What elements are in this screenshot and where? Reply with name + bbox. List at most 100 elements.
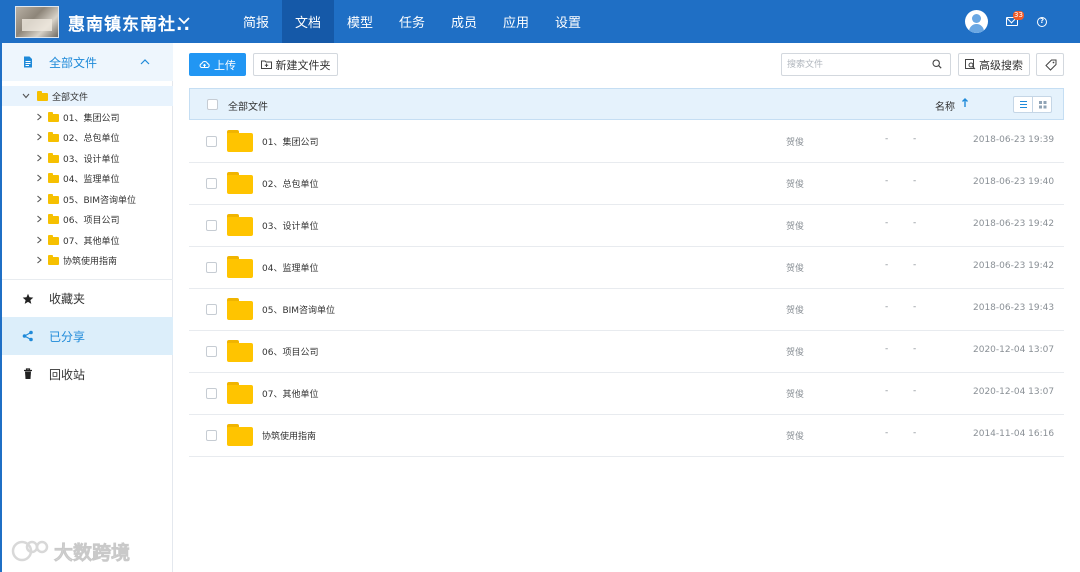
tree-item[interactable]: 05、BIM咨询单位	[2, 189, 173, 209]
tag-button[interactable]	[1036, 53, 1064, 76]
tree-item-root[interactable]: 全部文件	[2, 86, 173, 106]
tree-item[interactable]: 01、集团公司	[2, 107, 173, 127]
row-checkbox[interactable]	[206, 346, 217, 357]
chevron-right-icon[interactable]	[35, 133, 43, 141]
nav-documents[interactable]: 文档	[282, 0, 334, 43]
table-row[interactable]: 01、集团公司 贺俊 - - 2018-06-23 19:39	[189, 121, 1064, 163]
chevron-right-icon[interactable]	[35, 256, 43, 264]
tree-item[interactable]: 02、总包单位	[2, 127, 173, 147]
file-date: 2018-06-23 19:40	[973, 177, 1055, 187]
table-row[interactable]: 03、设计单位 贺俊 - - 2018-06-23 19:42	[189, 205, 1064, 247]
file-size: -	[885, 134, 889, 144]
file-name[interactable]: 02、总包单位	[262, 177, 318, 190]
project-name[interactable]: 惠南镇东南社..	[68, 10, 191, 35]
tree-item-label: 01、集团公司	[63, 114, 120, 124]
nav-settings[interactable]: 设置	[542, 0, 594, 43]
table-row[interactable]: 07、其他单位 贺俊 - - 2020-12-04 13:07	[189, 373, 1064, 415]
nav-apps[interactable]: 应用	[490, 0, 542, 43]
file-name[interactable]: 06、项目公司	[262, 345, 318, 358]
file-name[interactable]: 01、集团公司	[262, 135, 318, 148]
nav-models[interactable]: 模型	[334, 0, 386, 43]
file-size: -	[885, 428, 889, 438]
sidebar-item-trash[interactable]: 回收站	[2, 355, 173, 393]
file-owner: 贺俊	[786, 306, 805, 316]
row-checkbox[interactable]	[206, 430, 217, 441]
table-row[interactable]: 02、总包单位 贺俊 - - 2018-06-23 19:40	[189, 163, 1064, 205]
row-checkbox[interactable]	[206, 220, 217, 231]
file-size: -	[885, 386, 889, 396]
avatar[interactable]	[965, 10, 988, 33]
row-checkbox[interactable]	[206, 178, 217, 189]
chevron-down-icon[interactable]	[178, 14, 190, 26]
list-view-icon[interactable]	[1014, 97, 1033, 112]
new-folder-icon	[260, 60, 272, 69]
sidebar-item-label: 已分享	[49, 329, 86, 344]
file-name[interactable]: 03、设计单位	[262, 219, 318, 232]
sidebar-item-shared[interactable]: 已分享	[2, 317, 173, 355]
upload-button[interactable]: 上传	[189, 53, 246, 76]
grid-view-icon[interactable]	[1033, 97, 1052, 112]
chevron-right-icon[interactable]	[35, 174, 43, 182]
row-checkbox[interactable]	[206, 262, 217, 273]
file-name[interactable]: 05、BIM咨询单位	[262, 303, 335, 316]
table-row[interactable]: 协筑使用指南 贺俊 - - 2014-11-04 16:16	[189, 415, 1064, 457]
tree-item-label: 03、设计单位	[63, 155, 120, 165]
file-owner: 贺俊	[786, 432, 805, 442]
file-version: -	[913, 344, 917, 354]
chevron-right-icon[interactable]	[35, 195, 43, 203]
folder-icon	[227, 214, 253, 236]
file-size: -	[885, 344, 889, 354]
sidebar-item-label: 全部文件	[49, 55, 98, 70]
chevron-up-icon[interactable]	[140, 58, 150, 66]
tree-item-label: 07、其他单位	[63, 237, 120, 247]
tree-item[interactable]: 03、设计单位	[2, 148, 173, 168]
file-version: -	[913, 428, 917, 438]
nav-members[interactable]: 成员	[438, 0, 490, 43]
file-name[interactable]: 07、其他单位	[262, 387, 318, 400]
tree-item[interactable]: 07、其他单位	[2, 230, 173, 250]
nav-briefing[interactable]: 简报	[230, 0, 282, 43]
table-row[interactable]: 06、项目公司 贺俊 - - 2020-12-04 13:07	[189, 331, 1064, 373]
chevron-right-icon[interactable]	[35, 236, 43, 244]
sort-by-name[interactable]: 名称	[935, 98, 955, 113]
file-name[interactable]: 协筑使用指南	[262, 429, 316, 442]
sidebar-item-all-files[interactable]: 全部文件	[2, 43, 173, 81]
project-thumbnail[interactable]	[15, 6, 59, 38]
star-icon	[22, 293, 34, 304]
advanced-search-button[interactable]: 高级搜索	[958, 53, 1030, 76]
chevron-right-icon[interactable]	[35, 113, 43, 121]
trash-icon	[24, 368, 32, 379]
chevron-right-icon[interactable]	[35, 154, 43, 162]
row-checkbox[interactable]	[206, 136, 217, 147]
file-table-header: 全部文件 名称	[189, 88, 1064, 120]
chevron-down-icon[interactable]	[22, 92, 30, 100]
search-input[interactable]	[787, 57, 922, 72]
table-row[interactable]: 04、监理单位 贺俊 - - 2018-06-23 19:42	[189, 247, 1064, 289]
chevron-right-icon[interactable]	[35, 215, 43, 223]
new-folder-button[interactable]: 新建文件夹	[253, 53, 338, 76]
file-owner: 贺俊	[786, 390, 805, 400]
file-owner: 贺俊	[786, 180, 805, 190]
help-icon[interactable]: ?	[1037, 17, 1047, 27]
search-icon[interactable]	[932, 59, 942, 69]
row-checkbox[interactable]	[206, 304, 217, 315]
select-all-checkbox[interactable]	[207, 99, 218, 110]
folder-icon	[227, 298, 253, 320]
nav-tasks[interactable]: 任务	[386, 0, 438, 43]
tree-item[interactable]: 协筑使用指南	[2, 250, 173, 270]
search-box	[781, 53, 951, 76]
row-checkbox[interactable]	[206, 388, 217, 399]
table-row[interactable]: 05、BIM咨询单位 贺俊 - - 2018-06-23 19:43	[189, 289, 1064, 331]
tree-item-label: 04、监理单位	[63, 175, 120, 185]
main-nav: 简报 文档 模型 任务 成员 应用 设置	[230, 0, 594, 43]
view-toggle	[1013, 96, 1052, 113]
sidebar-item-favorites[interactable]: 收藏夹	[2, 279, 173, 317]
arrow-up-icon[interactable]	[961, 98, 969, 108]
file-name[interactable]: 04、监理单位	[262, 261, 318, 274]
tree-item-label: 05、BIM咨询单位	[63, 196, 137, 206]
tree-item[interactable]: 06、项目公司	[2, 209, 173, 229]
tree-item-label: 02、总包单位	[63, 134, 120, 144]
tree-item[interactable]: 04、监理单位	[2, 168, 173, 188]
file-version: -	[913, 386, 917, 396]
folder-icon	[48, 194, 59, 204]
